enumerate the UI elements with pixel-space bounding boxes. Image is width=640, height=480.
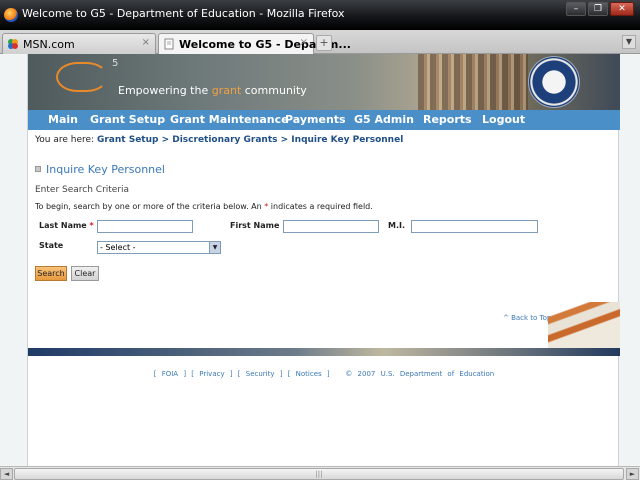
breadcrumb-link[interactable]: Grant Setup > Discretionary Grants > Inq…	[97, 135, 403, 145]
collapse-square-icon	[35, 166, 41, 172]
tab-bar: MSN.com × Welcome to G5 - Departm... × +…	[0, 30, 640, 55]
page-title: Inquire Key Personnel	[35, 163, 165, 176]
header-banner: 5 Empowering the grant community	[28, 54, 620, 110]
window-title-bar[interactable]: Welcome to G5 - Department of Education …	[0, 0, 640, 30]
banner-tagline: Empowering the grant community	[118, 84, 307, 97]
tagline-text: Empowering the	[118, 84, 212, 97]
mi-label: M.I.	[388, 221, 406, 230]
g5-logo-icon	[56, 62, 108, 92]
footer-copyright: © 2007 U.S. Department of Education	[345, 370, 495, 378]
logo-superscript: 5	[112, 58, 119, 69]
back-to-top-link[interactable]: ^ Back to Top	[503, 314, 551, 322]
scroll-right-button[interactable]: ►	[626, 468, 639, 480]
msn-favicon-icon	[8, 39, 18, 49]
nav-main[interactable]: Main	[48, 113, 78, 126]
scroll-left-button[interactable]: ◄	[0, 468, 13, 480]
footer-foia-link[interactable]: [ FOIA ]	[154, 370, 186, 378]
first-name-input[interactable]	[283, 220, 379, 233]
main-nav: Main Grant Setup Grant Maintenance Payme…	[28, 110, 620, 130]
tagline-highlight: grant	[211, 84, 242, 97]
tab-close-icon[interactable]: ×	[300, 37, 308, 48]
nav-g5-admin[interactable]: G5 Admin	[354, 113, 414, 126]
nav-logout[interactable]: Logout	[482, 113, 525, 126]
minimize-button[interactable]: –	[566, 2, 586, 16]
footer-security-link[interactable]: [ Security ]	[238, 370, 283, 378]
search-criteria-heading: Enter Search Criteria	[35, 185, 130, 195]
browser-viewport: 5 Empowering the grant community Main Gr…	[0, 54, 640, 466]
page-container: 5 Empowering the grant community Main Gr…	[27, 54, 620, 466]
close-window-button[interactable]: ✕	[610, 2, 634, 16]
instructions-after: indicates a required field.	[268, 202, 373, 211]
horizontal-scrollbar[interactable]: ◄ ||| ►	[0, 466, 640, 480]
last-name-label: Last Name *	[39, 221, 94, 230]
footer-band	[28, 348, 620, 356]
page-favicon-icon	[164, 38, 174, 50]
last-name-input[interactable]	[97, 220, 193, 233]
footer-notices-link[interactable]: [ Notices ]	[288, 370, 330, 378]
search-button[interactable]: Search	[35, 266, 67, 281]
classroom-chairs-image	[548, 302, 620, 348]
breadcrumb-prefix: You are here:	[35, 135, 97, 145]
state-label: State	[39, 241, 64, 250]
tab-g5[interactable]: Welcome to G5 - Departm... ×	[158, 33, 351, 55]
chevron-down-icon: ▼	[209, 242, 220, 253]
nav-grant-setup[interactable]: Grant Setup	[90, 113, 165, 126]
page-title-text: Inquire Key Personnel	[46, 163, 165, 176]
first-name-label: First Name	[230, 221, 280, 230]
footer-links: [ FOIA ] [ Privacy ] [ Security ] [ Noti…	[28, 370, 620, 378]
instructions-text: To begin, search by one or more of the c…	[35, 202, 373, 211]
window-title: Welcome to G5 - Department of Education …	[22, 7, 345, 20]
nav-reports[interactable]: Reports	[423, 113, 472, 126]
state-select[interactable]: - Select - ▼	[97, 241, 221, 254]
tab-close-icon[interactable]: ×	[142, 37, 150, 48]
firefox-icon	[4, 8, 18, 22]
tab-label: MSN.com	[23, 38, 75, 51]
scroll-thumb[interactable]: |||	[14, 468, 624, 480]
tagline-text: community	[241, 84, 307, 97]
last-name-label-text: Last Name	[39, 221, 87, 230]
clear-button[interactable]: Clear	[71, 266, 99, 281]
state-selected-value: - Select -	[100, 243, 136, 252]
instructions-before: To begin, search by one or more of the c…	[35, 202, 265, 211]
mi-input[interactable]	[411, 220, 538, 233]
breadcrumb: You are here: Grant Setup > Discretionar…	[35, 135, 403, 145]
library-shelves-image	[418, 54, 528, 110]
required-marker: *	[89, 221, 94, 230]
footer-privacy-link[interactable]: [ Privacy ]	[191, 370, 232, 378]
maximize-button[interactable]: ❐	[588, 2, 608, 16]
new-tab-button[interactable]: +	[316, 35, 332, 51]
tab-msn[interactable]: MSN.com ×	[2, 33, 156, 54]
department-seal-icon	[528, 56, 580, 108]
nav-grant-maintenance[interactable]: Grant Maintenance	[170, 113, 289, 126]
list-all-tabs-button[interactable]: ▼	[622, 35, 636, 49]
nav-payments[interactable]: Payments	[285, 113, 346, 126]
